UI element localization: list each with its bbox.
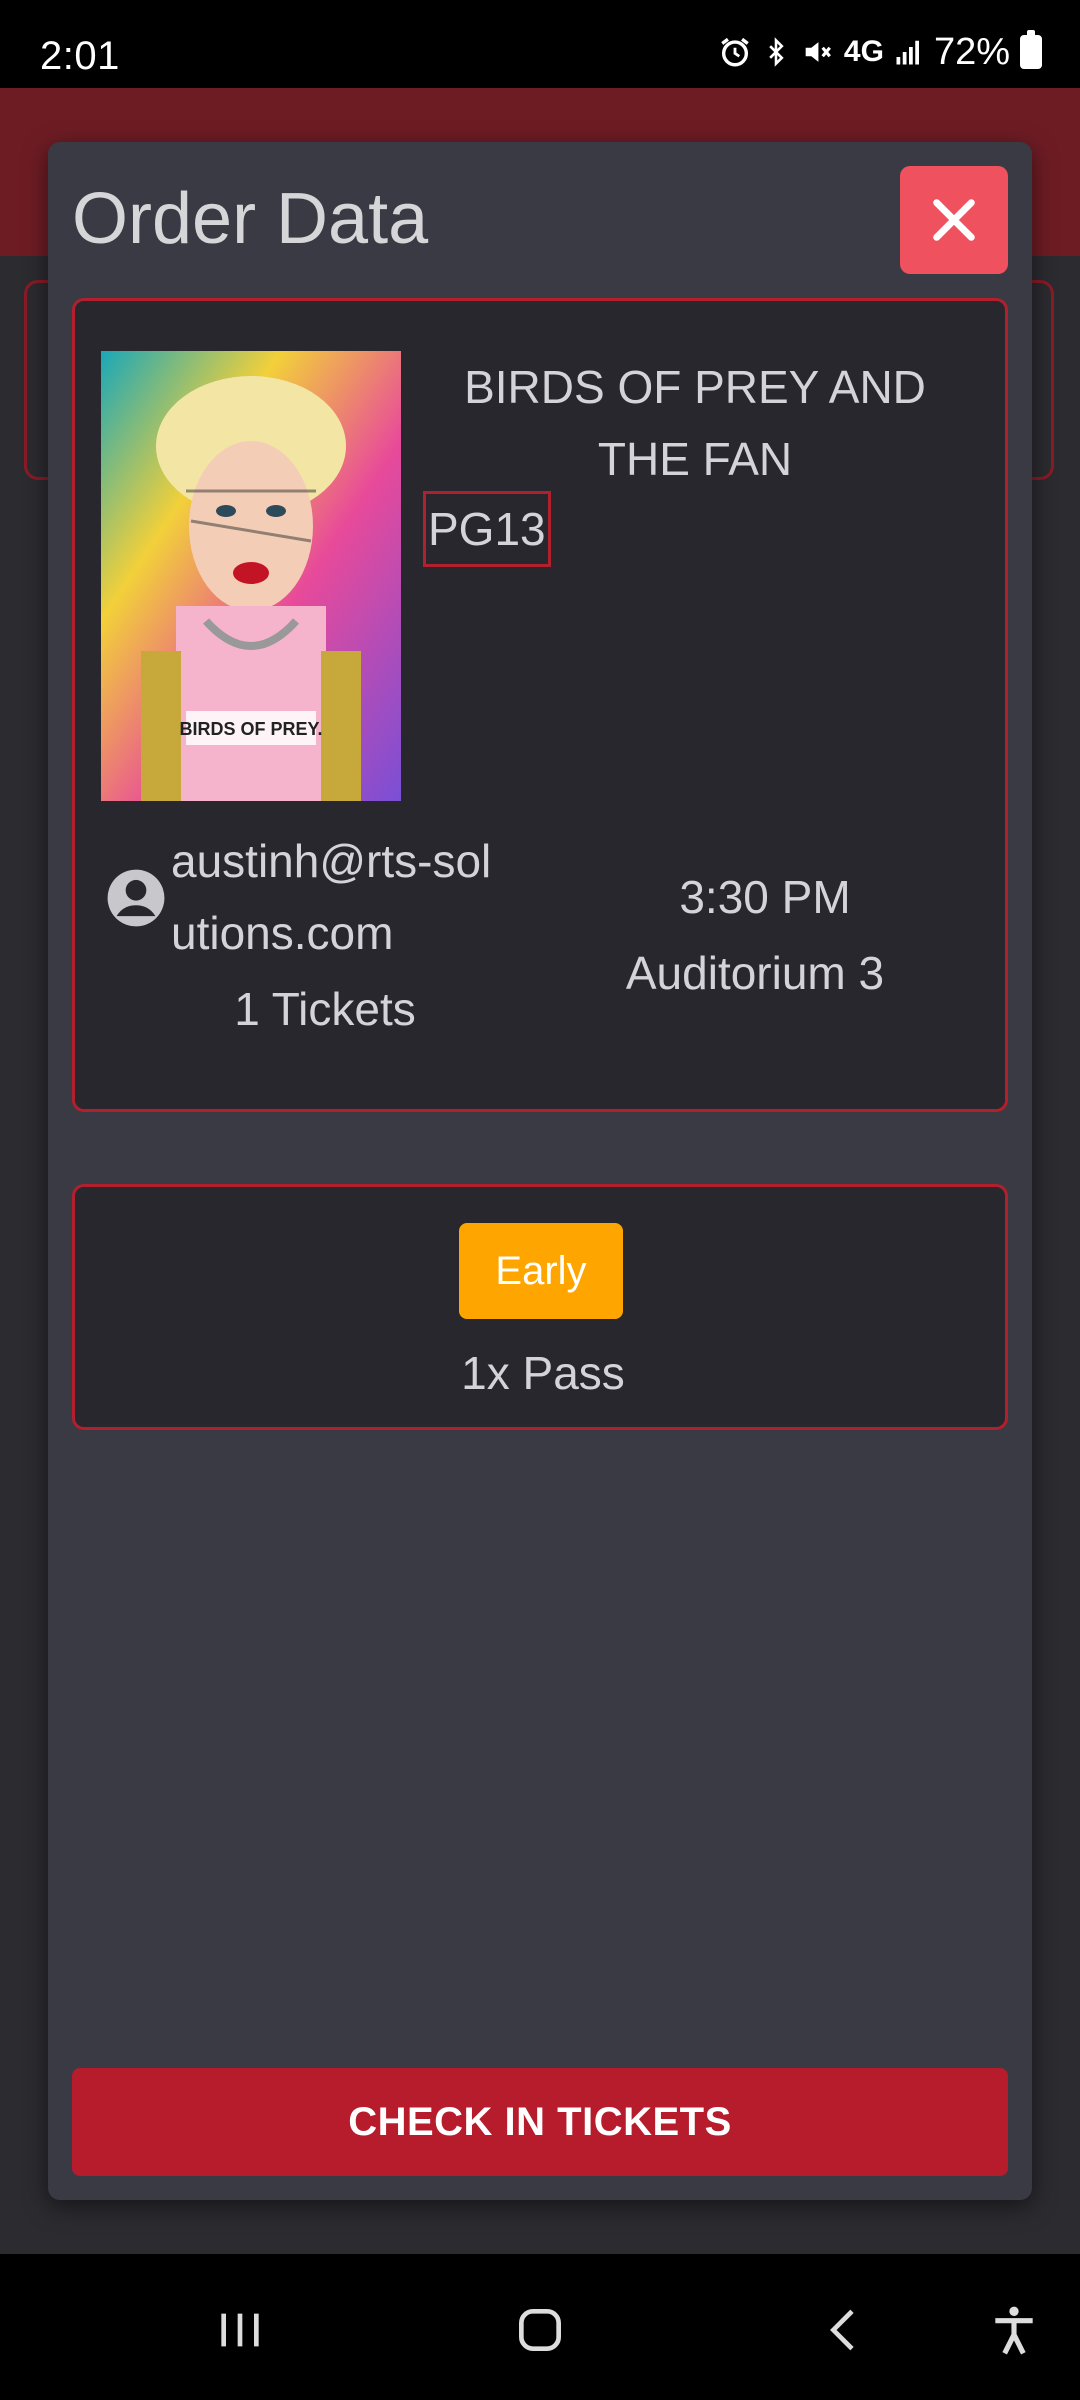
check-in-tickets-button[interactable]: CHECK IN TICKETS — [72, 2068, 1008, 2176]
accessibility-icon — [995, 2306, 1033, 2355]
recent-apps-icon — [221, 2313, 259, 2347]
home-button[interactable] — [500, 2290, 580, 2370]
status-time: 2:01 — [40, 34, 120, 78]
signal-icon — [894, 32, 924, 72]
customer-email: austinh@rts-solutions.com — [171, 835, 492, 959]
network-type: 4G — [843, 35, 884, 68]
order-info-card: BIRDS OF PREY. BIRDS OF PREY AND THE FAN… — [72, 298, 1008, 1112]
movie-poster: BIRDS OF PREY. — [101, 351, 401, 801]
showtime: 3:30 PM — [679, 871, 851, 923]
modal-title: Order Data — [72, 179, 429, 259]
pass-card: Early 1x Pass — [72, 1184, 1008, 1430]
bluetooth-icon — [762, 32, 790, 72]
close-button[interactable] — [900, 166, 1008, 274]
status-icons: 4G 72% — [718, 30, 1042, 73]
home-icon — [519, 2309, 561, 2351]
status-bar: 2:01 4G 72% — [0, 0, 1080, 88]
order-data-modal: Order Data BIRDS OF PREY. BIRDS OF PREY … — [48, 142, 1032, 2200]
pass-type-badge: Early — [459, 1223, 623, 1319]
battery-icon — [1020, 30, 1042, 69]
back-icon — [830, 2309, 854, 2351]
pass-quantity: 1x Pass — [461, 1347, 625, 1399]
battery-percent: 72% — [933, 30, 1010, 73]
movie-title: BIRDS OF PREY AND THE FAN — [464, 361, 926, 485]
recent-apps-button[interactable] — [200, 2290, 280, 2370]
mute-icon — [800, 32, 834, 72]
system-nav-bar — [0, 2254, 1080, 2400]
ticket-count: 1 Tickets — [234, 983, 416, 1035]
account-icon — [107, 869, 165, 927]
close-icon — [933, 199, 975, 241]
accessibility-button[interactable] — [974, 2290, 1054, 2370]
poster-title-text: BIRDS OF PREY. — [179, 719, 322, 739]
rating-badge: PG13 — [423, 491, 551, 567]
alarm-icon — [718, 32, 752, 72]
back-button[interactable] — [805, 2290, 885, 2370]
auditorium: Auditorium 3 — [625, 947, 885, 999]
